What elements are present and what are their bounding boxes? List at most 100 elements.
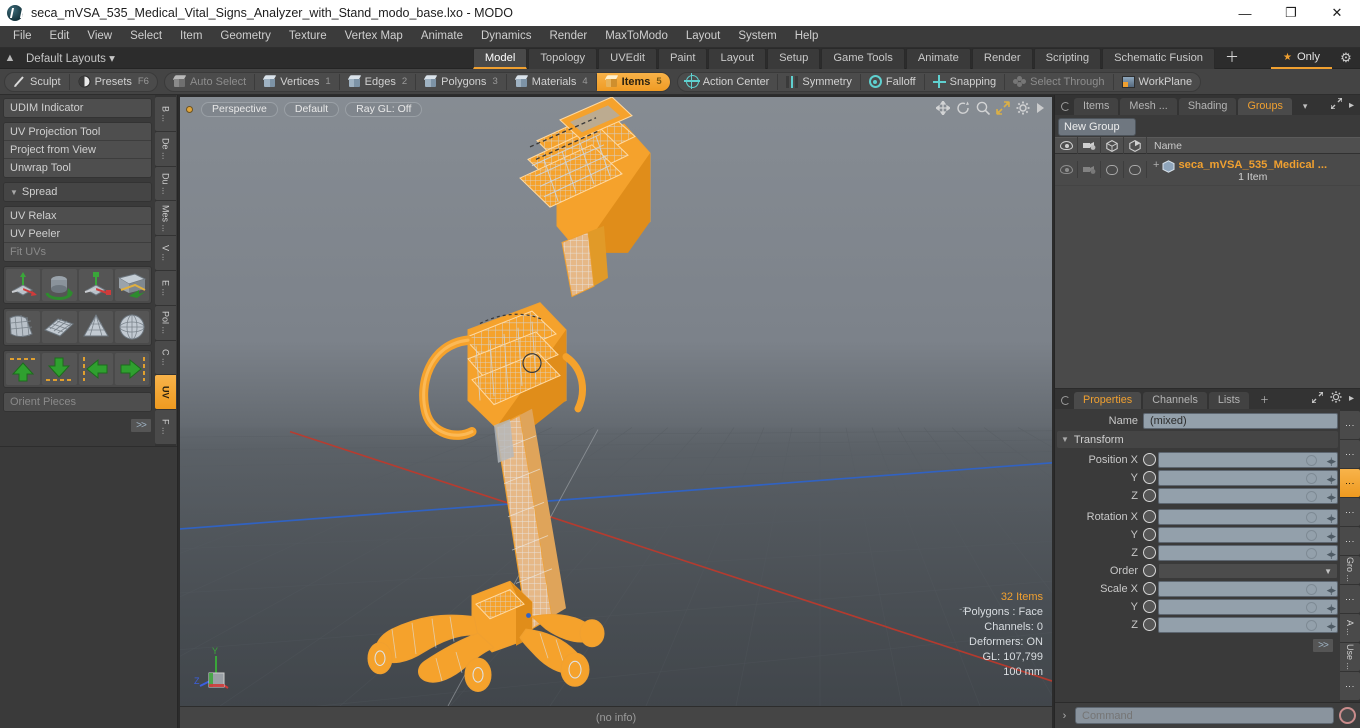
value-spinner[interactable]: ◂|▸ [1327,490,1336,504]
panel-menu-icon[interactable] [1061,396,1070,405]
snapping-button[interactable]: Snapping [925,73,1005,91]
value-knob[interactable] [1306,601,1317,613]
viewport-indicator-dot[interactable] [186,105,193,113]
menu-item-item[interactable]: Item [171,26,211,47]
panel-tab-groups[interactable]: Groups [1238,98,1292,115]
right-vtab-8[interactable]: Use ... [1340,643,1360,671]
right-vtab-7[interactable]: A ... [1340,614,1360,642]
value-spinner[interactable]: ◂|▸ [1327,619,1336,633]
menu-item-select[interactable]: Select [121,26,171,47]
tool-spread[interactable]: ▼ Spread [4,183,151,201]
channel-dot-button[interactable] [1143,564,1156,577]
expander-icon[interactable]: + [1153,159,1159,172]
value-spinner[interactable]: ◂|▸ [1327,529,1336,543]
menu-item-maxtomodo[interactable]: MaxToModo [596,26,677,47]
prop-tab-more[interactable]: ＋ [1251,392,1278,409]
layout-tree-icon[interactable]: ▲ [0,52,20,64]
only-toggle[interactable]: ★ Only [1271,48,1332,69]
table-row[interactable]: + seca_mVSA_535_Medical ... 1 Item [1055,154,1360,186]
chevron-right-icon[interactable]: ▸ [1349,393,1354,404]
layout-tab-scripting[interactable]: Scripting [1033,47,1102,69]
add-layout-tab-button[interactable]: ＋ [1216,48,1248,69]
value-knob[interactable] [1306,583,1317,595]
uv-down-arrow-icon[interactable] [42,353,77,385]
gear-icon[interactable]: ⚙ [1332,50,1360,66]
row-name-cell[interactable]: + seca_mVSA_535_Medical ... 1 Item [1147,157,1360,183]
tool-uv-peeler[interactable]: UV Peeler [4,225,151,243]
tool-project-from-view[interactable]: Project from View [4,141,151,159]
menu-item-animate[interactable]: Animate [412,26,472,47]
layout-tab-topology[interactable]: Topology [528,47,598,69]
view-mode-button[interactable]: Perspective [201,101,278,117]
value-knob[interactable] [1306,472,1317,484]
transform-section-header[interactable]: ▼ Transform [1057,431,1338,448]
maximize-button[interactable]: ❐ [1268,0,1314,26]
row-shape-toggle[interactable] [1101,161,1124,178]
symmetry-button[interactable]: Symmetry [778,73,860,91]
prop-tab-channels[interactable]: Channels [1143,392,1207,409]
property-value-field[interactable]: ◂|▸ [1158,487,1338,504]
render-column-header[interactable] [1078,137,1101,154]
panel-tab-more[interactable]: ▾ [1294,98,1317,115]
eye-column-header[interactable] [1055,137,1078,154]
uv-move-icon[interactable] [6,269,41,301]
gear-icon[interactable] [1016,101,1030,118]
expand-icon[interactable] [1311,390,1324,406]
vertices-button[interactable]: Vertices 1 [255,73,338,91]
value-spinner[interactable]: ◂|▸ [1327,511,1336,525]
property-value-field[interactable]: ◂|▸ [1158,616,1338,633]
property-value-field[interactable]: ◂|▸ [1158,469,1338,486]
right-vtab-3[interactable]: ⋮ [1340,498,1360,526]
menu-item-help[interactable]: Help [786,26,828,47]
value-spinner[interactable]: ◂|▸ [1327,472,1336,486]
menu-item-system[interactable]: System [729,26,785,47]
uv-scale-icon[interactable] [78,269,113,301]
select-through-button[interactable]: Select Through [1005,73,1112,91]
layout-tab-model[interactable]: Model [472,47,528,69]
channel-dot-button[interactable] [1143,453,1156,466]
channel-dot-button[interactable] [1143,510,1156,523]
right-vtab-2[interactable]: ⋮ [1340,469,1360,497]
layout-tab-schematic-fusion[interactable]: Schematic Fusion [1102,47,1216,69]
sculpt-button[interactable]: Sculpt [5,73,69,91]
left-vtab-c[interactable]: C ... [155,340,176,375]
menu-item-layout[interactable]: Layout [677,26,730,47]
layout-tab-animate[interactable]: Animate [905,47,971,69]
layout-tab-game-tools[interactable]: Game Tools [821,47,905,69]
presets-button[interactable]: Presets F6 [70,73,157,91]
layout-tab-render[interactable]: Render [971,47,1033,69]
layout-tab-layout[interactable]: Layout [708,47,767,69]
action-center-button[interactable]: Action Center [678,73,778,91]
items-button[interactable]: Items 5 [596,72,670,91]
default-layouts-dropdown[interactable]: Default Layouts ▾ [20,51,122,65]
menu-item-render[interactable]: Render [540,26,596,47]
row-eye-toggle[interactable] [1055,161,1078,178]
raygl-button[interactable]: Ray GL: Off [345,101,423,117]
right-vtab-5[interactable]: Gro ... [1340,556,1360,584]
uv-right-arrow-icon[interactable] [114,353,149,385]
right-vtab-1[interactable]: ⋮ [1340,440,1360,468]
uv-sphere-icon[interactable] [114,311,149,343]
3d-viewport[interactable]: Perspective Default Ray GL: Off -z 32 It… [180,97,1052,706]
edges-button[interactable]: Edges 2 [340,73,416,91]
value-spinner[interactable]: ◂|▸ [1327,583,1336,597]
prop-tab-properties[interactable]: Properties [1074,392,1142,409]
panel-tab-shading[interactable]: Shading [1178,98,1237,115]
group-list[interactable]: + seca_mVSA_535_Medical ... 1 Item [1055,154,1360,388]
menu-item-geometry[interactable]: Geometry [211,26,280,47]
property-value-field[interactable]: ◂|▸ [1158,544,1338,561]
tool-unwrap-tool[interactable]: Unwrap Tool [4,159,151,177]
rotate-icon[interactable] [956,101,970,118]
menu-item-vertex-map[interactable]: Vertex Map [336,26,412,47]
tool-uv-relax[interactable]: UV Relax [4,207,151,225]
tool-uv-projection-tool[interactable]: UV Projection Tool [4,123,151,141]
uv-fit-icon[interactable] [6,311,41,343]
left-vtab-f[interactable]: F ... [155,410,176,444]
value-knob[interactable] [1306,490,1317,502]
auto-select-button[interactable]: Auto Select [165,73,254,91]
gear-icon[interactable] [1330,391,1342,406]
channel-dot-button[interactable] [1143,489,1156,502]
channel-dot-button[interactable] [1143,471,1156,484]
menu-item-view[interactable]: View [78,26,121,47]
properties-more-button[interactable]: >> [1312,638,1334,653]
